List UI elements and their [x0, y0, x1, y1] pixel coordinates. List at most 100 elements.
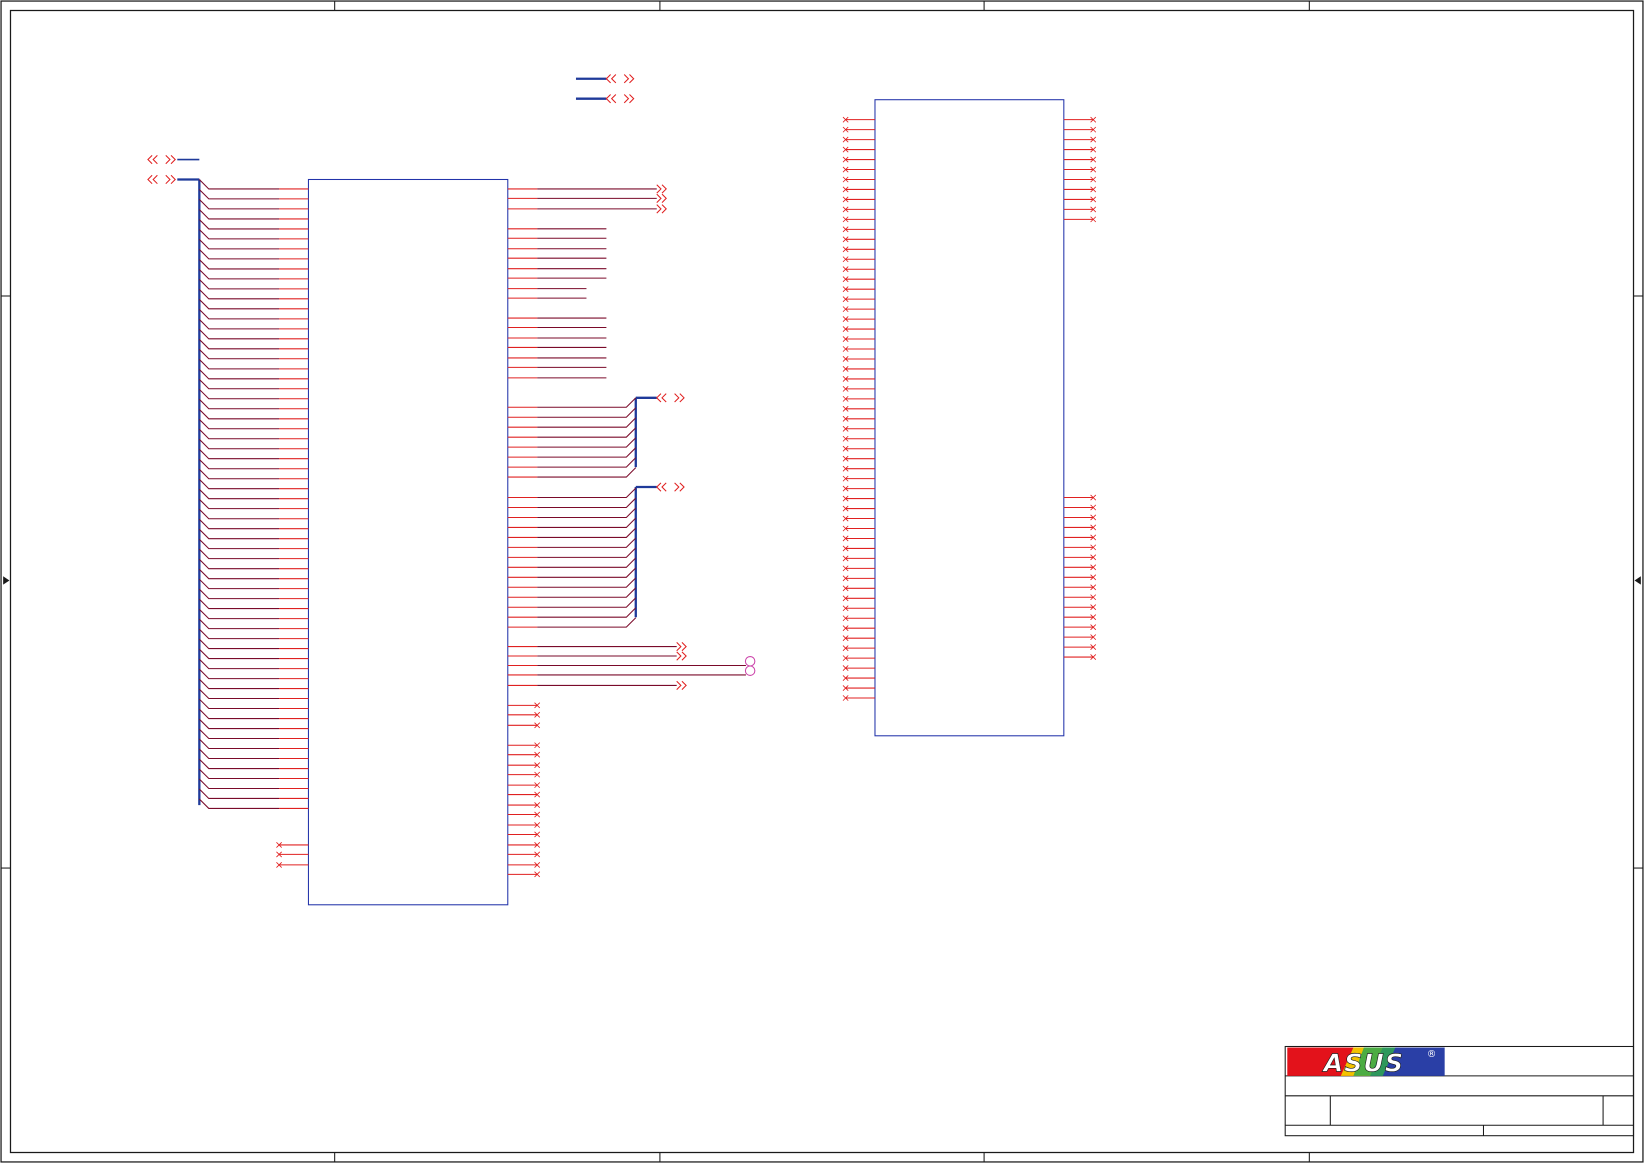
offpage-connector-5	[674, 393, 685, 403]
net-wire	[198, 538, 280, 550]
asus-logo: ASUS ®	[1287, 1047, 1445, 1078]
net-wire	[198, 598, 280, 610]
net-wire	[198, 678, 280, 690]
net-wire	[537, 567, 637, 578]
offpage-connector-3	[147, 154, 158, 165]
test-points	[744, 656, 756, 676]
offpage-connector	[676, 680, 687, 690]
net-wire	[198, 478, 280, 490]
net-wire	[198, 179, 280, 190]
net-wire	[198, 688, 280, 700]
net-wire	[198, 448, 280, 460]
net-wire	[537, 617, 637, 628]
net-wire	[198, 209, 280, 220]
net-wire	[537, 447, 637, 458]
net-wire	[198, 768, 280, 780]
net-wire	[198, 388, 280, 400]
net-wire	[198, 708, 280, 720]
net-wire	[198, 298, 280, 310]
net-wire	[198, 748, 280, 759]
net-wire	[198, 488, 280, 500]
net-wire	[198, 329, 280, 340]
net-wire	[198, 788, 280, 799]
offpage-connector-2	[605, 94, 617, 104]
net-wire	[198, 518, 280, 530]
net-wire	[537, 557, 637, 568]
net-wire	[537, 527, 637, 538]
net-wire	[198, 668, 280, 680]
net-wire	[198, 698, 280, 710]
net-wire	[537, 497, 637, 509]
net-wire	[198, 758, 280, 770]
center-marks	[3, 576, 1641, 585]
net-wire	[198, 738, 280, 750]
net-wire	[198, 508, 280, 520]
net-wire	[537, 457, 637, 468]
net-wire	[198, 338, 280, 350]
net-wire	[198, 348, 280, 360]
net-wire	[198, 319, 280, 330]
offpage-connector-6	[656, 482, 667, 492]
net-wires	[198, 179, 746, 809]
net-wire	[198, 229, 280, 240]
offpage-connector-3	[165, 154, 176, 165]
pin-stubs	[276, 116, 1097, 878]
net-wire	[537, 487, 637, 499]
net-wire	[537, 517, 637, 528]
net-wire	[198, 219, 280, 230]
net-wire	[198, 498, 280, 510]
net-wire	[198, 548, 280, 560]
net-wire	[198, 359, 280, 370]
net-wire	[537, 397, 637, 408]
offpage-connector-4	[165, 174, 176, 185]
net-wire	[537, 547, 637, 558]
offpage-connector	[656, 204, 667, 214]
registered-mark: ®	[1427, 1049, 1436, 1060]
net-wire	[198, 458, 280, 470]
net-wire	[198, 438, 280, 450]
offpage-connector-6	[674, 482, 685, 492]
net-wire	[198, 249, 280, 260]
net-wire	[198, 289, 280, 300]
net-wire	[198, 309, 280, 320]
net-wire	[537, 407, 637, 418]
logo-wordmark: ASUS	[1322, 1049, 1404, 1078]
offpage-connector	[656, 193, 667, 203]
offpage-connector-4	[147, 174, 158, 185]
offpage-connector-1	[623, 74, 635, 84]
net-wire	[198, 628, 280, 640]
net-wire	[537, 587, 637, 598]
net-wire	[198, 368, 280, 380]
net-wire	[198, 798, 280, 809]
net-wire	[198, 648, 280, 660]
offpage-connector-1	[605, 74, 617, 84]
net-wire	[198, 638, 280, 650]
net-wire	[537, 597, 637, 608]
net-wire	[537, 537, 637, 548]
net-wire	[198, 728, 280, 740]
net-wire	[198, 259, 280, 270]
net-wire	[198, 588, 280, 600]
test-point	[744, 665, 756, 676]
net-wire	[198, 398, 280, 410]
net-wire	[198, 279, 280, 290]
net-wire	[198, 418, 280, 430]
net-wire	[198, 568, 280, 580]
offpage-connector	[676, 651, 687, 661]
net-wire	[537, 577, 637, 588]
net-wire	[198, 428, 280, 440]
title-block: ASUS ®	[1284, 1045, 1635, 1137]
net-wire	[198, 618, 280, 630]
net-wire	[198, 239, 280, 250]
schematic-sheet: ASUS ®	[0, 0, 1644, 1163]
net-wire	[537, 417, 637, 428]
net-wire	[198, 189, 280, 200]
inner-border	[9, 9, 1635, 1154]
net-wire	[537, 607, 637, 618]
offpage-connector	[656, 184, 667, 194]
net-wire	[198, 378, 280, 390]
offpage-connector-5	[656, 393, 667, 403]
net-wire	[198, 269, 280, 280]
net-wire	[537, 507, 637, 518]
net-wire	[198, 468, 280, 480]
